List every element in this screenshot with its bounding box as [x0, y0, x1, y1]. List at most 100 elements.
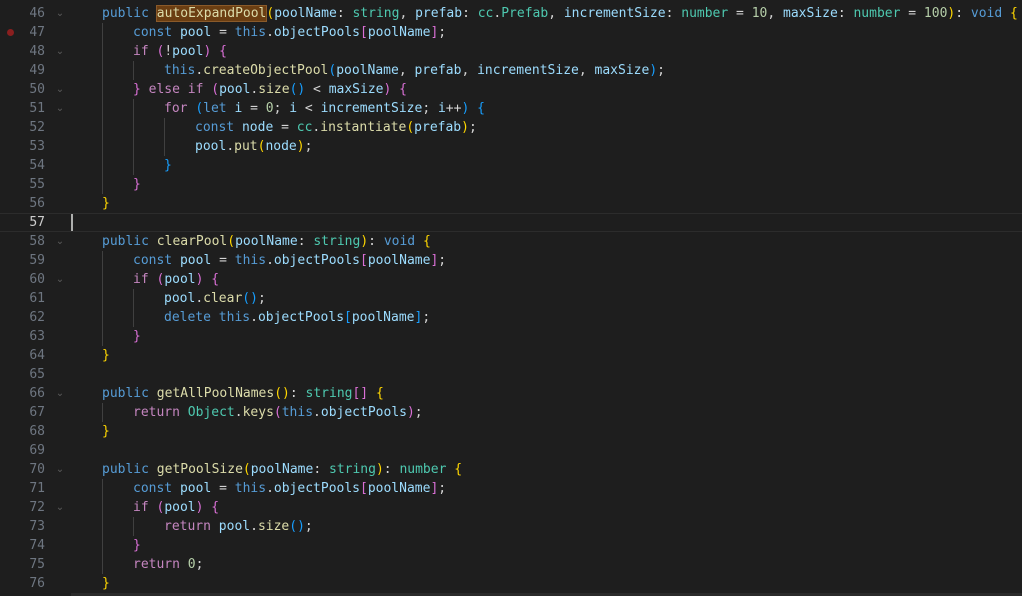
code-line[interactable]: 65 — [0, 365, 1022, 384]
code-text[interactable]: } — [133, 536, 141, 555]
breakpoint-slot[interactable] — [7, 485, 14, 492]
code-line[interactable]: 66 ⌄ public getAllPoolNames(): string[] { — [0, 384, 1022, 403]
breakpoint-slot[interactable] — [7, 162, 14, 169]
code-line[interactable]: 62 delete this.objectPools[poolName]; — [0, 308, 1022, 327]
breakpoint-slot[interactable] — [7, 67, 14, 74]
code-text[interactable]: if (pool) { — [133, 498, 219, 517]
breakpoint-slot[interactable] — [7, 504, 14, 511]
line-gutter[interactable]: 49 — [0, 61, 72, 80]
breakpoint-slot[interactable] — [7, 466, 14, 473]
line-gutter[interactable]: 58 ⌄ — [0, 232, 72, 251]
breakpoint-slot[interactable] — [7, 219, 14, 226]
code-line[interactable]: 57 — [0, 213, 1022, 232]
breakpoint-slot[interactable] — [7, 295, 14, 302]
code-line[interactable]: 71 const pool = this.objectPools[poolName… — [0, 479, 1022, 498]
breakpoint-slot[interactable] — [7, 542, 14, 549]
line-gutter[interactable]: 46 ⌄ — [0, 4, 72, 23]
line-gutter[interactable]: 67 — [0, 403, 72, 422]
code-line[interactable]: 76} — [0, 574, 1022, 593]
code-line[interactable]: 48 ⌄ if (!pool) { — [0, 42, 1022, 61]
code-line[interactable]: 51 ⌄ for (let i = 0; i < incrementSize; i+… — [0, 99, 1022, 118]
line-gutter[interactable]: 61 — [0, 289, 72, 308]
code-text[interactable]: const pool = this.objectPools[poolName]; — [133, 23, 446, 42]
fold-chevron-icon[interactable]: ⌄ — [54, 80, 66, 99]
breakpoint-slot[interactable] — [7, 314, 14, 321]
code-editor[interactable]: 46 ⌄ public autoExpandPool(poolName: strin… — [0, 0, 1022, 596]
line-gutter[interactable]: 68 — [0, 422, 72, 441]
code-line[interactable]: 73 return pool.size(); — [0, 517, 1022, 536]
breakpoint-slot[interactable] — [7, 561, 14, 568]
line-gutter[interactable]: 51 ⌄ — [0, 99, 72, 118]
breakpoint-slot[interactable] — [7, 428, 14, 435]
code-text[interactable]: } — [102, 422, 110, 441]
fold-chevron-icon[interactable]: ⌄ — [54, 42, 66, 61]
fold-chevron-icon[interactable]: ⌄ — [54, 384, 66, 403]
breakpoint-slot[interactable] — [7, 371, 14, 378]
line-gutter[interactable]: 50 ⌄ — [0, 80, 72, 99]
code-text[interactable]: return pool.size(); — [164, 517, 313, 536]
line-gutter[interactable]: 63 — [0, 327, 72, 346]
code-text[interactable]: } — [164, 156, 172, 175]
code-text[interactable]: const node = cc.instantiate(prefab); — [195, 118, 477, 137]
line-gutter[interactable]: 76 — [0, 574, 72, 593]
breakpoint-slot[interactable] — [7, 447, 14, 454]
line-gutter[interactable]: 64 — [0, 346, 72, 365]
code-text[interactable]: } — [133, 175, 141, 194]
code-text[interactable]: if (pool) { — [133, 270, 219, 289]
breakpoint-slot[interactable] — [7, 352, 14, 359]
breakpoint-slot[interactable] — [7, 238, 14, 245]
code-line[interactable]: 64} — [0, 346, 1022, 365]
code-line[interactable]: 58 ⌄ public clearPool(poolName: string): v… — [0, 232, 1022, 251]
code-text[interactable]: } — [133, 327, 141, 346]
fold-chevron-icon[interactable]: ⌄ — [54, 99, 66, 118]
breakpoint-slot[interactable] — [7, 257, 14, 264]
line-gutter[interactable]: 55 — [0, 175, 72, 194]
breakpoint-slot[interactable] — [7, 10, 14, 17]
code-lines[interactable]: 46 ⌄ public autoExpandPool(poolName: strin… — [0, 4, 1022, 593]
code-line[interactable]: 53 pool.put(node); — [0, 137, 1022, 156]
breakpoint-slot[interactable] — [7, 143, 14, 150]
line-gutter[interactable]: 75 — [0, 555, 72, 574]
breakpoint-slot[interactable] — [7, 409, 14, 416]
code-line[interactable]: 74} — [0, 536, 1022, 555]
code-line[interactable]: 63} — [0, 327, 1022, 346]
line-gutter[interactable]: 54 — [0, 156, 72, 175]
breakpoint-slot[interactable] — [7, 48, 14, 55]
code-line[interactable]: 75 return 0; — [0, 555, 1022, 574]
fold-chevron-icon[interactable]: ⌄ — [54, 498, 66, 517]
code-text[interactable]: this.createObjectPool(poolName, prefab, … — [164, 61, 665, 80]
code-text[interactable]: public getPoolSize(poolName: string): nu… — [102, 460, 462, 479]
line-gutter[interactable]: 57 — [0, 213, 72, 232]
code-text[interactable]: return 0; — [133, 555, 203, 574]
line-gutter[interactable]: 72 ⌄ — [0, 498, 72, 517]
breakpoint-slot[interactable] — [7, 333, 14, 340]
code-line[interactable]: 56} — [0, 194, 1022, 213]
fold-chevron-icon[interactable]: ⌄ — [54, 270, 66, 289]
code-line[interactable]: 72 ⌄ if (pool) { — [0, 498, 1022, 517]
code-line[interactable]: 49 this.createObjectPool(poolName, prefab… — [0, 61, 1022, 80]
code-text[interactable]: const pool = this.objectPools[poolName]; — [133, 479, 446, 498]
code-line[interactable]: 69 — [0, 441, 1022, 460]
fold-chevron-icon[interactable]: ⌄ — [54, 460, 66, 479]
line-gutter[interactable]: 73 — [0, 517, 72, 536]
line-gutter[interactable]: 52 — [0, 118, 72, 137]
code-text[interactable]: pool.clear(); — [164, 289, 266, 308]
breakpoint-slot[interactable] — [7, 124, 14, 131]
code-line[interactable]: 60 ⌄ if (pool) { — [0, 270, 1022, 289]
line-gutter[interactable]: 59 — [0, 251, 72, 270]
code-text[interactable]: } — [102, 194, 110, 213]
breakpoint-slot[interactable] — [7, 86, 14, 93]
line-gutter[interactable]: 53 — [0, 137, 72, 156]
line-gutter[interactable]: 47 — [0, 23, 72, 42]
code-text[interactable]: delete this.objectPools[poolName]; — [164, 308, 430, 327]
code-text[interactable]: if (!pool) { — [133, 42, 227, 61]
line-gutter[interactable]: 71 — [0, 479, 72, 498]
breakpoint-slot[interactable] — [7, 523, 14, 530]
line-gutter[interactable]: 69 — [0, 441, 72, 460]
line-gutter[interactable]: 56 — [0, 194, 72, 213]
fold-chevron-icon[interactable]: ⌄ — [54, 4, 66, 23]
code-text[interactable]: } else if (pool.size() < maxSize) { — [133, 80, 407, 99]
breakpoint-slot[interactable] — [7, 580, 14, 587]
code-text[interactable]: public autoExpandPool(poolName: string, … — [102, 4, 1018, 23]
code-text[interactable]: return Object.keys(this.objectPools); — [133, 403, 423, 422]
